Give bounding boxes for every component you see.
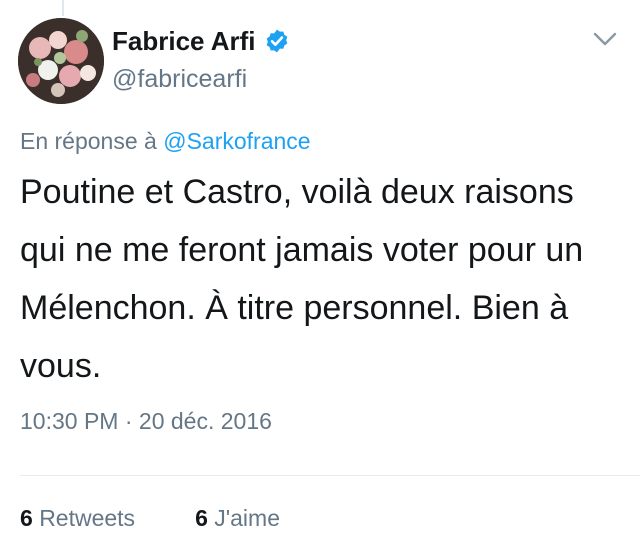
- reply-context: En réponse à @Sarkofrance: [20, 126, 311, 156]
- avatar-image: [18, 18, 104, 104]
- tweet-date: 20 déc. 2016: [138, 408, 272, 434]
- avatar[interactable]: [18, 18, 104, 104]
- chevron-down-icon[interactable]: [592, 30, 618, 48]
- tweet-timestamp[interactable]: 10:30 PM · 20 déc. 2016: [20, 405, 272, 437]
- tweet-text: Poutine et Castro, voilà deux raisons qu…: [20, 173, 584, 385]
- divider: [20, 475, 640, 476]
- retweets-stat[interactable]: 6 Retweets: [20, 502, 135, 534]
- tweet-time: 10:30 PM: [20, 408, 119, 434]
- reply-prefix: En réponse à: [20, 128, 157, 154]
- thread-line: [62, 0, 64, 16]
- timestamp-separator: ·: [124, 408, 133, 434]
- retweets-count: 6: [20, 505, 33, 531]
- display-name[interactable]: Fabrice Arfi: [112, 26, 256, 56]
- likes-label: J'aime: [214, 505, 280, 531]
- likes-count: 6: [195, 505, 208, 531]
- retweets-label: Retweets: [39, 505, 136, 531]
- tweet-stats: 6 Retweets 6 J'aime: [20, 502, 280, 534]
- user-handle[interactable]: @fabricearfi: [112, 64, 247, 94]
- tweet: Fabrice Arfi @fabricearfi En réponse à @…: [0, 0, 640, 549]
- verified-badge-icon: [266, 29, 287, 53]
- name-row: Fabrice Arfi: [112, 26, 290, 56]
- likes-stat[interactable]: 6 J'aime: [195, 502, 280, 534]
- reply-mention-link[interactable]: @Sarkofrance: [163, 128, 310, 154]
